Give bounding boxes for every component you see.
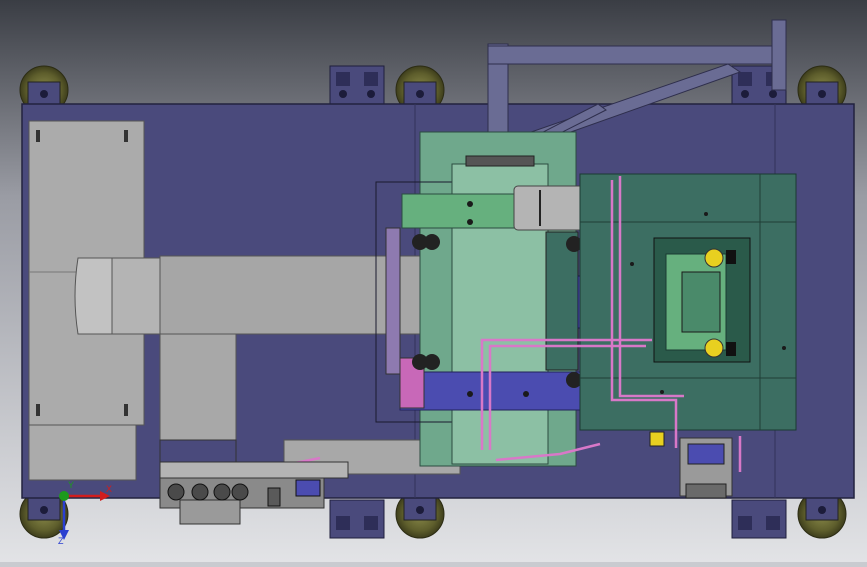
mount-bracket-bottom-1 — [329, 499, 385, 539]
z-axis-label: Z — [58, 536, 64, 546]
mount-bracket-bottom-2 — [731, 499, 787, 539]
x-axis-label: X — [106, 484, 112, 494]
y-axis-label: Y — [68, 480, 74, 490]
mount-bracket-top-1 — [329, 65, 385, 105]
assembly-top-view[interactable]: X Z Y — [0, 0, 867, 562]
cad-viewport[interactable]: X Z Y — [0, 0, 867, 562]
